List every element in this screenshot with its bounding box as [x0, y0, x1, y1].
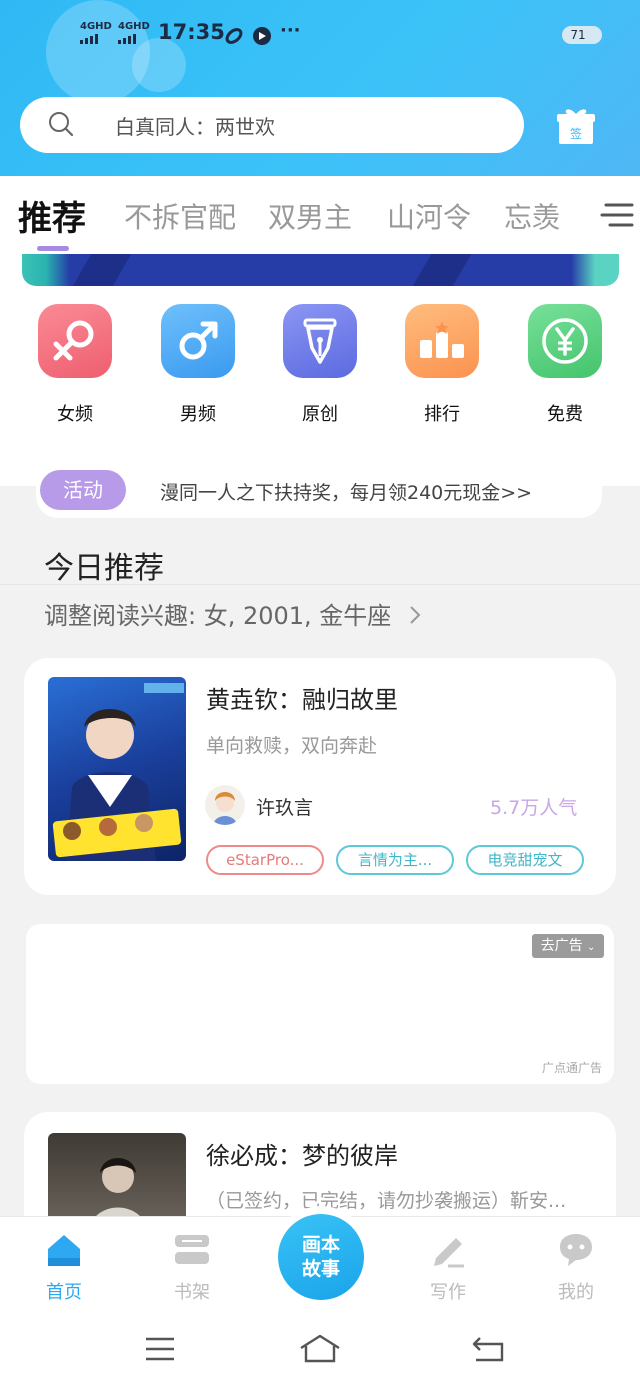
signal-indicator: 4GHD [118, 22, 150, 44]
chevron-down-icon: ⌄ [587, 942, 596, 953]
female-symbol-icon [38, 304, 112, 378]
bookshelf-icon [175, 1235, 209, 1264]
home-system-icon[interactable] [298, 1334, 342, 1364]
book-tag[interactable]: eStarPro... [206, 845, 324, 875]
recent-apps-icon[interactable] [144, 1336, 176, 1362]
category-original[interactable]: 原创 [282, 304, 358, 426]
search-icon [49, 112, 74, 137]
activity-text[interactable]: 漫同一人之下扶持奖，每月领240元现金>> [160, 478, 532, 505]
pencil-icon [434, 1238, 464, 1268]
nav-label: 首页 [46, 1282, 82, 1303]
ad-banner[interactable] [26, 924, 614, 1084]
search-bar[interactable]: 白真同人：两世欢 [20, 97, 524, 153]
nav-bookshelf[interactable]: 书架 [152, 1232, 232, 1304]
tab-active-indicator [37, 246, 69, 251]
category-ranking[interactable]: 排行 [404, 304, 480, 426]
male-symbol-icon [161, 304, 235, 378]
tab-recommend[interactable]: 推荐 [18, 191, 86, 240]
app-notification-icon [253, 27, 271, 45]
gift-label: 签 [570, 126, 582, 141]
category-female[interactable]: 女频 [37, 304, 113, 426]
nav-label: 书架 [174, 1282, 210, 1303]
category-label: 排行 [424, 404, 460, 425]
chevron-right-icon [410, 606, 421, 624]
battery-indicator: 71 [562, 26, 602, 44]
nav-profile[interactable]: 我的 [536, 1232, 616, 1304]
category-male[interactable]: 男频 [160, 304, 236, 426]
more-icon: ··· [280, 20, 301, 41]
book-subtitle: （已签约，已完结，请勿抄袭搬运）靳安... [206, 1190, 567, 1212]
system-nav-bar [0, 1320, 640, 1387]
book-cover[interactable] [48, 677, 186, 861]
picture-story-button[interactable]: 画本 故事 [278, 1214, 364, 1300]
tab-wangxian[interactable]: 忘羡 [504, 196, 560, 236]
author-avatar[interactable] [205, 785, 245, 825]
podium-icon [405, 304, 479, 378]
header: 4GHD 4GHD 17:35 ··· 71 白真同人：两世欢 签 [0, 0, 640, 178]
book-title[interactable]: 黄垚钦：融归故里 [206, 680, 398, 715]
status-time: 17:35 [158, 20, 225, 44]
nav-label: 写作 [430, 1282, 466, 1303]
sync-icon [225, 28, 243, 44]
category-free[interactable]: 免费 [527, 304, 603, 426]
chat-bubble-icon [560, 1234, 592, 1266]
sign-in-gift-icon[interactable]: 签 [555, 104, 597, 146]
remove-ad-button[interactable]: 去广告 ⌄ [532, 934, 604, 958]
remove-ad-label: 去广告 [540, 938, 583, 954]
nav-write[interactable]: 写作 [408, 1232, 488, 1304]
category-label: 男频 [180, 404, 216, 425]
nav-home[interactable]: 首页 [24, 1232, 104, 1304]
category-label: 免费 [547, 404, 583, 425]
category-label: 原创 [302, 404, 338, 425]
divider [0, 584, 640, 585]
tab-menu-icon[interactable] [600, 200, 634, 230]
book-tag[interactable]: 言情为主... [336, 845, 454, 875]
tab-canon-couple[interactable]: 不拆官配 [124, 196, 236, 236]
status-bar: 4GHD 4GHD 17:35 ··· 71 [0, 18, 640, 54]
search-placeholder: 白真同人：两世欢 [115, 115, 275, 139]
signal-indicator: 4GHD [80, 22, 112, 44]
adjust-interest-link[interactable]: 调整阅读兴趣: 女, 2001, 金牛座 [44, 596, 423, 631]
ad-source-label: 广点通广告 [542, 1061, 603, 1075]
popularity-count: 5.7万人气 [490, 797, 578, 819]
fountain-pen-icon [283, 304, 357, 378]
section-title: 今日推荐 [44, 551, 164, 586]
interest-text: 调整阅读兴趣: 女, 2001, 金牛座 [44, 602, 392, 630]
book-title[interactable]: 徐必成：梦的彼岸 [206, 1136, 398, 1171]
center-button-line: 画本 [301, 1234, 340, 1256]
banner-carousel[interactable] [22, 254, 619, 286]
activity-badge: 活动 [40, 470, 126, 510]
tab-word-of-honor[interactable]: 山河令 [387, 196, 471, 236]
category-label: 女频 [57, 404, 93, 425]
yen-coin-icon [528, 304, 602, 378]
author-name[interactable]: 许玖言 [256, 793, 313, 820]
book-tag[interactable]: 电竞甜宠文 [466, 845, 584, 875]
center-button-line: 故事 [301, 1258, 340, 1280]
back-icon[interactable] [470, 1334, 506, 1364]
tab-dual-male-lead[interactable]: 双男主 [268, 196, 352, 236]
book-subtitle: 单向救赎，双向奔赴 [206, 735, 378, 757]
nav-label: 我的 [558, 1282, 594, 1303]
category-tabs: 推荐 不拆官配 双男主 山河令 忘羡 [0, 176, 640, 254]
home-icon [48, 1235, 80, 1266]
